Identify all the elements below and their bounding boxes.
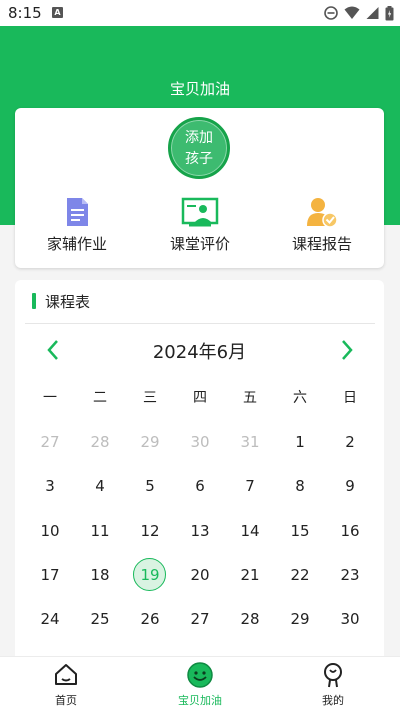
calendar-day[interactable]: 30	[330, 602, 370, 636]
calendar-day[interactable]: 14	[230, 514, 270, 548]
calendar-day[interactable]: 27	[30, 425, 70, 459]
document-icon	[67, 198, 88, 226]
calendar-day[interactable]: 26	[130, 602, 170, 636]
month-title: 2024年6月	[152, 342, 247, 363]
signal-icon	[366, 7, 379, 19]
calendar-day[interactable]: 22	[280, 558, 320, 592]
calendar-day[interactable]: 20	[180, 558, 220, 592]
schedule-card: 课程表 2024年6月 一二三四五六日 27 28 29 30 31 1 2 3 4 5 6 7 8 9 10…	[15, 280, 384, 660]
calendar-day[interactable]: 17	[30, 558, 70, 592]
calendar-day[interactable]: 4	[80, 469, 120, 503]
weekday-header: 六	[293, 390, 307, 406]
user-profile-icon	[324, 663, 342, 688]
notification-app-icon: A	[52, 7, 63, 18]
add-child-label-line1: 添加	[185, 130, 213, 146]
calendar-day[interactable]: 29	[280, 602, 320, 636]
calendar-day[interactable]: 27	[180, 602, 220, 636]
calendar-day[interactable]: 2	[330, 425, 370, 459]
calendar-day[interactable]: 13	[180, 514, 220, 548]
add-child-button[interactable]: 添加 孩子	[168, 117, 230, 179]
home-icon	[55, 664, 77, 685]
course-report-label: 课程报告	[291, 235, 352, 253]
child-actions-card: 添加 孩子 家辅作业 课堂评价 课程报告	[15, 108, 384, 268]
bottom-tab-bar: 首页 宝贝加油 我的	[0, 656, 400, 710]
calendar-day[interactable]: 8	[280, 469, 320, 503]
tab-home-label: 首页	[55, 694, 77, 707]
chevron-right-icon	[342, 340, 353, 360]
calendar-day[interactable]: 7	[230, 469, 270, 503]
report-user-icon	[307, 198, 338, 228]
calendar-day[interactable]: 18	[80, 558, 120, 592]
calendar-day[interactable]: 31	[230, 425, 270, 459]
tab-home[interactable]: 首页	[11, 661, 121, 708]
do-not-disturb-icon	[324, 6, 338, 20]
calendar-day[interactable]: 9	[330, 469, 370, 503]
page-title: 宝贝加油	[169, 80, 230, 98]
next-month-button[interactable]	[335, 338, 359, 362]
section-accent-bar	[32, 293, 36, 309]
calendar-day[interactable]: 6	[180, 469, 220, 503]
calendar-day[interactable]: 16	[330, 514, 370, 548]
add-child-label-line2: 孩子	[185, 151, 213, 167]
tab-mine[interactable]: 我的	[278, 661, 388, 708]
calendar-day[interactable]: 15	[280, 514, 320, 548]
smiley-icon	[187, 662, 213, 688]
class-evaluation-button[interactable]: 课堂评价	[140, 196, 260, 254]
calendar-day[interactable]: 28	[80, 425, 120, 459]
calendar-day[interactable]: 30	[180, 425, 220, 459]
calendar-day[interactable]: 24	[30, 602, 70, 636]
schedule-title: 课程表	[45, 293, 91, 311]
calendar-day-today[interactable]: 19	[130, 558, 170, 592]
homework-label: 家辅作业	[46, 235, 107, 253]
weekday-header: 二	[93, 390, 107, 406]
divider	[25, 323, 375, 324]
calendar-day[interactable]: 10	[30, 514, 70, 548]
weekday-header: 一	[43, 390, 57, 406]
tab-baby-cheer[interactable]: 宝贝加油	[145, 661, 255, 708]
status-bar: 8:15 A	[0, 0, 400, 26]
classroom-icon	[181, 197, 219, 227]
wifi-icon	[344, 6, 360, 19]
calendar-day[interactable]: 3	[30, 469, 70, 503]
calendar-day[interactable]: 29	[130, 425, 170, 459]
weekday-header: 五	[243, 390, 257, 406]
weekday-header: 日	[343, 390, 357, 406]
calendar-day[interactable]: 11	[80, 514, 120, 548]
calendar-day[interactable]: 25	[80, 602, 120, 636]
course-report-button[interactable]: 课程报告	[262, 196, 382, 254]
calendar-day[interactable]: 23	[330, 558, 370, 592]
status-time: 8:15	[8, 4, 42, 22]
tab-mine-label: 我的	[322, 694, 344, 707]
calendar-day[interactable]: 1	[280, 425, 320, 459]
homework-button[interactable]: 家辅作业	[17, 196, 137, 254]
calendar-day[interactable]: 21	[230, 558, 270, 592]
status-icons	[324, 5, 394, 21]
calendar-day[interactable]: 12	[130, 514, 170, 548]
class-evaluation-label: 课堂评价	[169, 235, 230, 253]
weekday-header: 三	[143, 390, 157, 406]
calendar-day[interactable]: 5	[130, 469, 170, 503]
battery-icon	[385, 5, 394, 20]
weekday-header: 四	[193, 390, 207, 406]
calendar-day[interactable]: 28	[230, 602, 270, 636]
tab-baby-cheer-label: 宝贝加油	[178, 694, 222, 707]
